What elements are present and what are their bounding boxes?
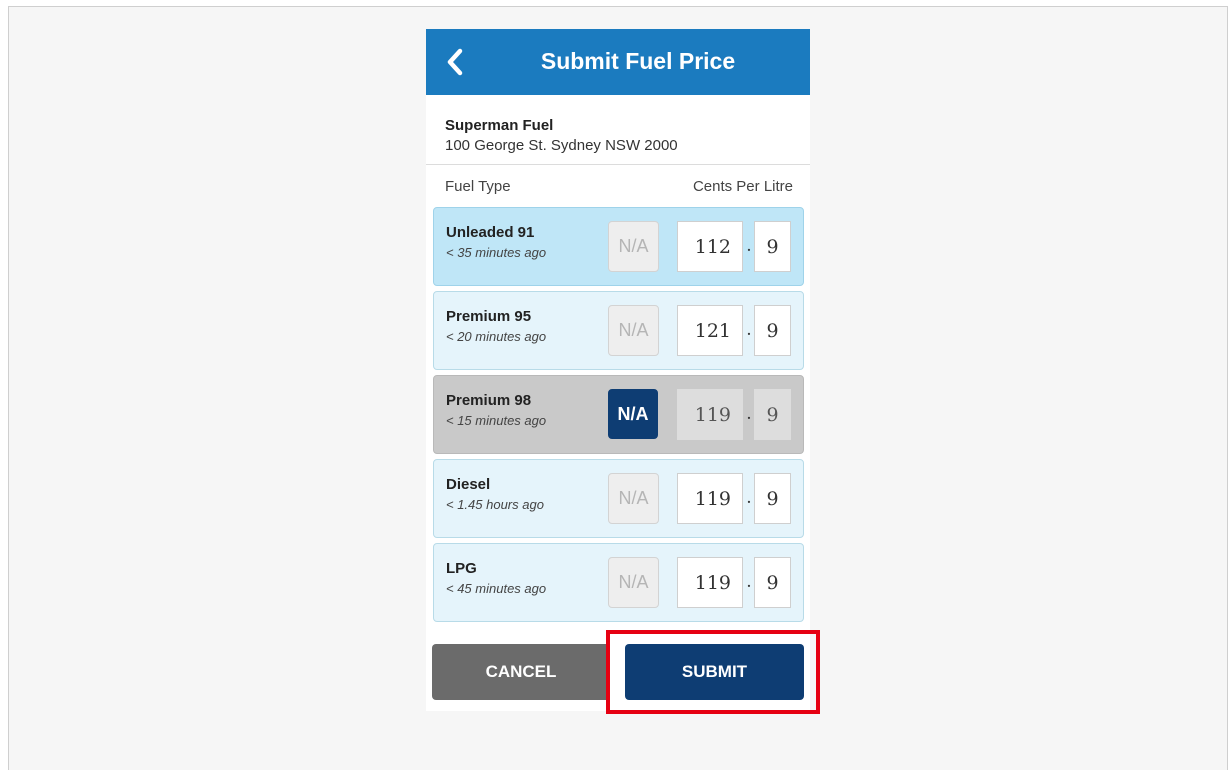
not-available-toggle[interactable]: N/A (608, 557, 659, 608)
decimal-point: . (746, 404, 752, 424)
not-available-toggle[interactable]: N/A (608, 389, 658, 439)
last-updated: < 1.45 hours ago (446, 497, 544, 512)
price-decimal-input[interactable]: 9 (754, 389, 791, 440)
station-address: 100 George St. Sydney NSW 2000 (445, 137, 678, 154)
page-title: Submit Fuel Price (540, 48, 736, 74)
fuel-name: Premium 95 (446, 308, 532, 325)
price-whole-input[interactable]: 121 (677, 305, 743, 356)
fuel-name: LPG (446, 560, 477, 577)
fuel-row-premium-98[interactable]: Premium 98 < 15 minutes ago N/A 119 . 9 (433, 375, 804, 454)
fuel-row-premium-95[interactable]: Premium 95 < 20 minutes ago N/A 121 . 9 (433, 291, 804, 370)
fuel-type-header: Fuel Type (445, 178, 511, 195)
fuel-row-lpg[interactable]: LPG < 45 minutes ago N/A 119 . 9 (433, 543, 804, 622)
station-info: Superman Fuel 100 George St. Sydney NSW … (426, 95, 810, 165)
fuel-name: Unleaded 91 (446, 224, 535, 241)
not-available-toggle[interactable]: N/A (608, 473, 659, 524)
fuel-row-unleaded-91[interactable]: Unleaded 91 < 35 minutes ago N/A 112 . 9 (433, 207, 804, 286)
price-whole-input[interactable]: 119 (677, 473, 743, 524)
decimal-point: . (746, 236, 752, 256)
cancel-button[interactable]: CANCEL (432, 644, 610, 700)
last-updated: < 15 minutes ago (446, 413, 547, 428)
last-updated: < 20 minutes ago (446, 329, 547, 344)
price-whole-input[interactable]: 119 (677, 557, 743, 608)
decimal-point: . (746, 488, 752, 508)
price-decimal-input[interactable]: 9 (754, 305, 791, 356)
price-decimal-input[interactable]: 9 (754, 221, 791, 272)
app-header: Submit Fuel Price (426, 29, 810, 95)
decimal-point: . (746, 320, 752, 340)
price-decimal-input[interactable]: 9 (754, 557, 791, 608)
station-name: Superman Fuel (445, 117, 554, 134)
not-available-toggle[interactable]: N/A (608, 305, 659, 356)
fuel-name: Diesel (446, 476, 491, 493)
fuel-price-form: Submit Fuel Price Superman Fuel 100 Geor… (426, 29, 810, 711)
price-whole-input[interactable]: 119 (677, 389, 743, 440)
cents-per-litre-header: Cents Per Litre (692, 178, 793, 195)
last-updated: < 45 minutes ago (446, 581, 547, 596)
fuel-name: Premium 98 (446, 392, 532, 409)
last-updated: < 35 minutes ago (446, 245, 547, 260)
fuel-row-diesel[interactable]: Diesel < 1.45 hours ago N/A 119 . 9 (433, 459, 804, 538)
price-whole-input[interactable]: 112 (677, 221, 743, 272)
submit-highlight-box (606, 630, 820, 714)
not-available-toggle[interactable]: N/A (608, 221, 659, 272)
price-decimal-input[interactable]: 9 (754, 473, 791, 524)
decimal-point: . (746, 572, 752, 592)
